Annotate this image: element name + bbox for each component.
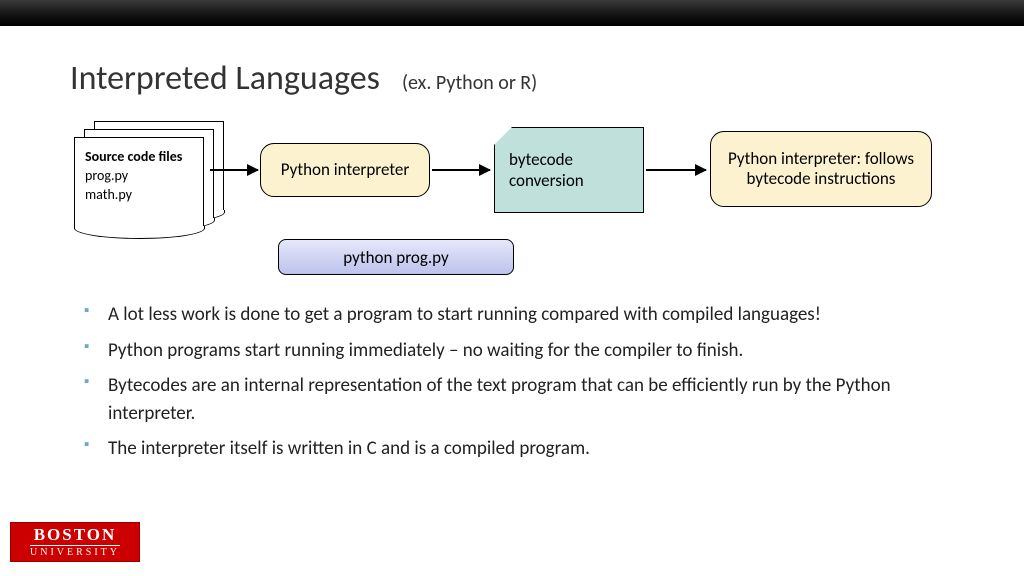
source-files-heading: Source code files bbox=[85, 148, 182, 165]
arrow-icon bbox=[210, 169, 258, 171]
top-bar bbox=[0, 0, 1024, 26]
flow-diagram: Source code files prog.py math.py Python… bbox=[74, 121, 954, 281]
bullet-item: Python programs start running immediatel… bbox=[84, 337, 954, 365]
arrow-icon bbox=[432, 169, 490, 171]
interpreter-follows-box: Python interpreter: follows bytecode ins… bbox=[710, 131, 932, 207]
source-files-stack: Source code files prog.py math.py bbox=[74, 121, 224, 231]
bullet-item: Bytecodes are an internal representation… bbox=[84, 372, 954, 427]
source-files-text: Source code files prog.py math.py bbox=[75, 138, 203, 215]
bullet-list: A lot less work is done to get a program… bbox=[84, 301, 954, 463]
file-page-front: Source code files prog.py math.py bbox=[74, 137, 204, 229]
bytecode-label: bytecode conversion bbox=[509, 149, 643, 192]
source-file-2: math.py bbox=[85, 186, 132, 203]
arrow-icon bbox=[646, 169, 706, 171]
source-file-1: prog.py bbox=[85, 167, 128, 184]
command-box: python prog.py bbox=[278, 239, 514, 275]
slide-content: Interpreted Languages (ex. Python or R) … bbox=[0, 26, 1024, 463]
interpreter-box: Python interpreter bbox=[260, 143, 430, 197]
bytecode-box: bytecode conversion bbox=[494, 127, 644, 213]
bullet-item: A lot less work is done to get a program… bbox=[84, 301, 954, 329]
logo-line2: UNIVERSITY bbox=[30, 545, 120, 558]
title-row: Interpreted Languages (ex. Python or R) bbox=[70, 58, 954, 99]
logo-line1: BOSTON bbox=[34, 526, 117, 543]
boston-university-logo: BOSTON UNIVERSITY bbox=[10, 522, 140, 562]
slide-subtitle: (ex. Python or R) bbox=[402, 71, 537, 95]
slide-title: Interpreted Languages bbox=[70, 58, 380, 99]
bullet-item: The interpreter itself is written in C a… bbox=[84, 435, 954, 463]
